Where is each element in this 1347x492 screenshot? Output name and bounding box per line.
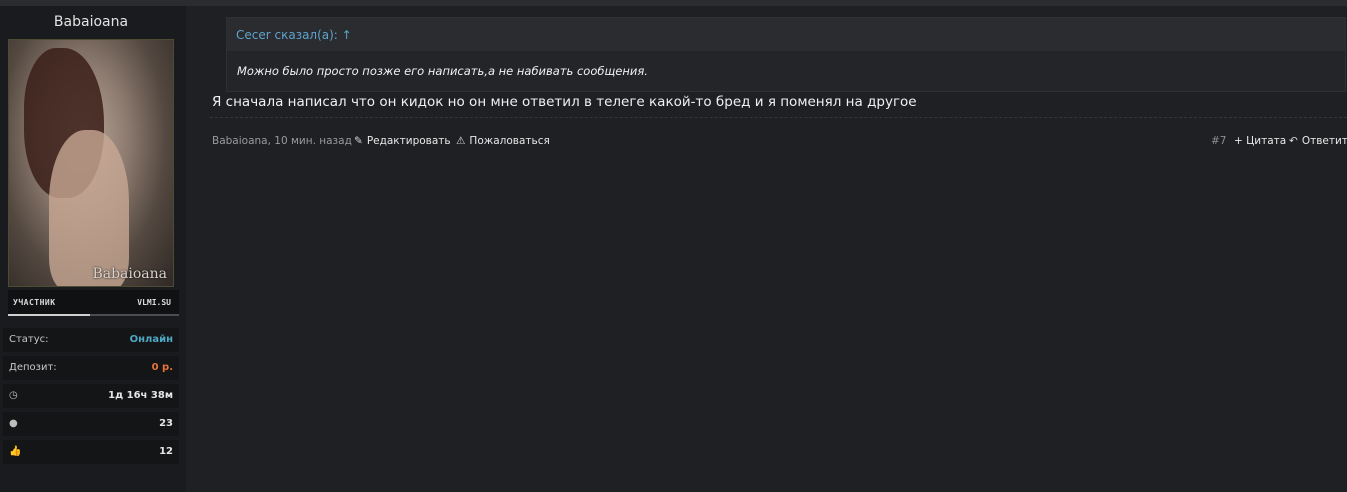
stat-online-time-value: 1д 16ч 38м <box>108 390 173 401</box>
quote-block: Cecer сказал(а): ↑ Можно было просто поз… <box>226 17 1346 92</box>
stat-deposit-label: Депозит: <box>9 362 57 373</box>
post-message: Я сначала написал что он кидок но он мне… <box>212 94 917 110</box>
clock-icon: ◷ <box>9 390 18 401</box>
avatar-watermark: Babaioana <box>92 266 167 282</box>
stat-status-label: Статус: <box>9 334 49 345</box>
user-role-bar: УЧАСТНИК VLMI.SU <box>8 290 179 316</box>
warning-icon: ⚠ <box>456 135 466 147</box>
top-bar <box>0 0 1347 6</box>
user-site: VLMI.SU <box>137 298 171 307</box>
username[interactable]: Babaioana <box>0 14 182 30</box>
avatar[interactable]: Babaioana <box>8 39 174 287</box>
post-meta[interactable]: Babaioana, 10 мин. назад <box>212 135 352 147</box>
quote-text: Можно было просто позже его написать,а н… <box>237 64 648 78</box>
stat-likes-value: 12 <box>159 446 173 457</box>
comments-icon: ● <box>9 418 18 429</box>
stat-messages-value: 23 <box>159 418 173 429</box>
post-number-link[interactable]: #7 <box>1211 135 1226 147</box>
quote-button[interactable]: + Цитата <box>1234 135 1286 147</box>
quote-author-link[interactable]: Cecer сказал(а): ↑ <box>236 28 352 42</box>
reply-button[interactable]: ↶Ответить <box>1289 135 1347 147</box>
quote-header <box>227 18 1345 51</box>
stat-messages: ● 23 <box>3 412 179 436</box>
stat-online-time: ◷ 1д 16ч 38м <box>3 384 179 408</box>
thumbs-up-icon: 👍 <box>9 446 22 457</box>
stat-deposit: Депозит: 0 р. <box>3 356 179 380</box>
reply-label: Ответить <box>1301 135 1347 147</box>
stat-deposit-value: 0 р. <box>151 362 173 373</box>
site-underline <box>90 314 179 316</box>
reply-icon: ↶ <box>1289 135 1298 147</box>
post-divider <box>210 117 1347 118</box>
edit-label: Редактировать <box>366 135 451 147</box>
user-role: УЧАСТНИК <box>13 298 56 307</box>
stat-likes: 👍 12 <box>3 440 179 464</box>
stat-status: Статус: Онлайн <box>3 328 179 352</box>
stat-status-value: Онлайн <box>129 334 173 345</box>
role-underline <box>8 314 90 316</box>
avatar-figure-shape <box>49 130 129 286</box>
edit-button[interactable]: ✎ Редактировать <box>354 135 451 147</box>
pencil-icon: ✎ <box>354 135 363 147</box>
report-label: Пожаловаться <box>469 135 550 147</box>
report-button[interactable]: ⚠ Пожаловаться <box>456 135 550 147</box>
